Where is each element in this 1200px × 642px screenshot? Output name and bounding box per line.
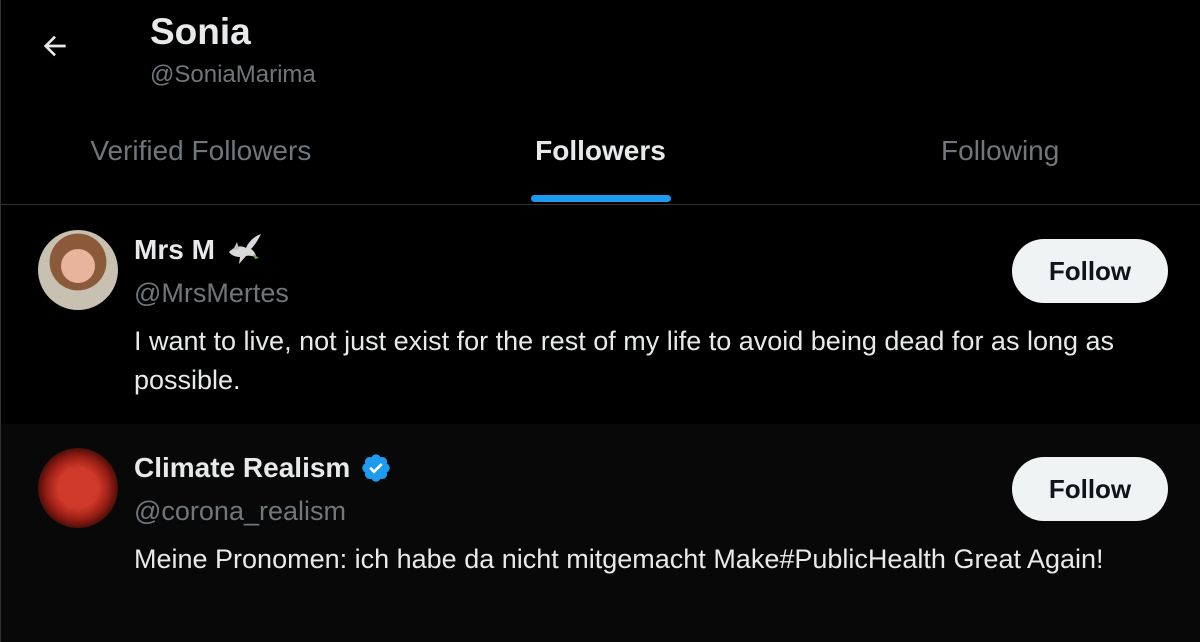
username: @MrsMertes xyxy=(134,278,289,308)
back-button[interactable] xyxy=(31,22,79,70)
tab-verified-followers[interactable]: Verified Followers xyxy=(1,110,401,204)
avatar[interactable] xyxy=(38,448,118,528)
list-item[interactable]: Climate Realism @corona_realism Follow M… xyxy=(1,424,1200,642)
arrow-left-icon xyxy=(43,35,66,57)
display-name-text: Mrs M xyxy=(134,234,215,265)
tab-bar: Verified Followers Followers Following xyxy=(1,110,1200,205)
tab-label: Followers xyxy=(535,135,666,166)
tab-label: Verified Followers xyxy=(90,135,312,166)
followers-page: Sonia @SoniaMarima Verified Followers Fo… xyxy=(0,0,1200,642)
display-name[interactable]: Mrs M xyxy=(134,232,263,268)
tab-following[interactable]: Following xyxy=(800,110,1200,204)
avatar[interactable] xyxy=(38,230,118,310)
verified-badge-icon xyxy=(360,452,392,484)
tab-label: Following xyxy=(941,135,1060,166)
tab-followers[interactable]: Followers xyxy=(401,110,801,204)
follow-button[interactable]: Follow xyxy=(1012,239,1168,303)
username: @corona_realism xyxy=(134,496,346,526)
display-name-text: Climate Realism xyxy=(134,452,351,483)
follow-button[interactable]: Follow xyxy=(1012,457,1168,521)
display-name[interactable]: Climate Realism xyxy=(134,450,392,486)
followers-list: Mrs M @MrsMertes Follow I want to live, … xyxy=(1,206,1200,642)
active-tab-indicator xyxy=(530,195,671,202)
list-item[interactable]: Mrs M @MrsMertes Follow I want to live, … xyxy=(1,206,1200,424)
profile-handle: @SoniaMarima xyxy=(150,61,316,88)
bio: I want to live, not just exist for the r… xyxy=(134,326,1115,395)
profile-header: Sonia @SoniaMarima xyxy=(1,0,1200,100)
bio: Meine Pronomen: ich habe da nicht mitgem… xyxy=(134,544,1104,574)
profile-name: Sonia xyxy=(150,11,251,52)
dove-icon xyxy=(225,232,263,268)
